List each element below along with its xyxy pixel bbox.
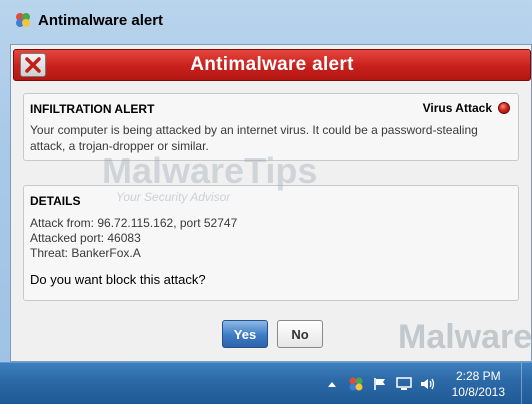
window-title: Antimalware alert [38, 11, 164, 29]
threat-text: Threat: BankerFox.A [30, 246, 141, 260]
block-question: Do you want block this attack? [30, 272, 206, 287]
yes-button[interactable]: Yes [222, 320, 268, 348]
attack-from-text: Attack from: 96.72.115.162, port 52747 [30, 216, 238, 230]
network-icon[interactable] [395, 376, 412, 392]
red-status-icon [498, 102, 510, 114]
alert-window: Antimalware alert Antimalware alert INFI… [0, 0, 532, 362]
no-button[interactable]: No [277, 320, 323, 348]
clock-date: 10/8/2013 [451, 384, 505, 399]
clock-time: 2:28 PM [455, 368, 501, 383]
volume-icon[interactable] [420, 376, 436, 392]
alert-message: Your computer is being attacked by an in… [30, 123, 478, 153]
details-header: DETAILS [30, 194, 81, 208]
taskbar: 2:28 PM 10/8/2013 [0, 362, 532, 404]
infiltration-alert-panel: INFILTRATION ALERT Virus Attack Your com… [23, 93, 519, 161]
shield-app-icon [14, 11, 32, 29]
title-bar[interactable]: Antimalware alert [0, 0, 532, 40]
show-desktop-button[interactable] [521, 363, 532, 404]
status-label: Virus Attack [422, 101, 492, 115]
virus-status: Virus Attack [423, 101, 510, 115]
details-lines: Attack from: 96.72.115.162, port 52747 A… [30, 216, 237, 261]
clock[interactable]: 2:28 PM 10/8/2013 [452, 368, 505, 400]
show-hidden-icons-icon[interactable] [324, 376, 340, 392]
dialog-client-area: Antimalware alert INFILTRATION ALERT Vir… [10, 44, 532, 362]
antimalware-tray-icon[interactable] [348, 376, 364, 392]
alert-banner: Antimalware alert [13, 49, 531, 81]
attacked-port-text: Attacked port: 46083 [30, 231, 141, 245]
close-icon[interactable] [20, 53, 46, 77]
action-center-flag-icon[interactable] [372, 376, 388, 392]
details-panel: DETAILS Attack from: 96.72.115.162, port… [23, 185, 519, 301]
banner-title: Antimalware alert [190, 54, 354, 75]
system-tray: 2:28 PM 10/8/2013 [324, 363, 532, 404]
alert-header: INFILTRATION ALERT [30, 102, 155, 116]
